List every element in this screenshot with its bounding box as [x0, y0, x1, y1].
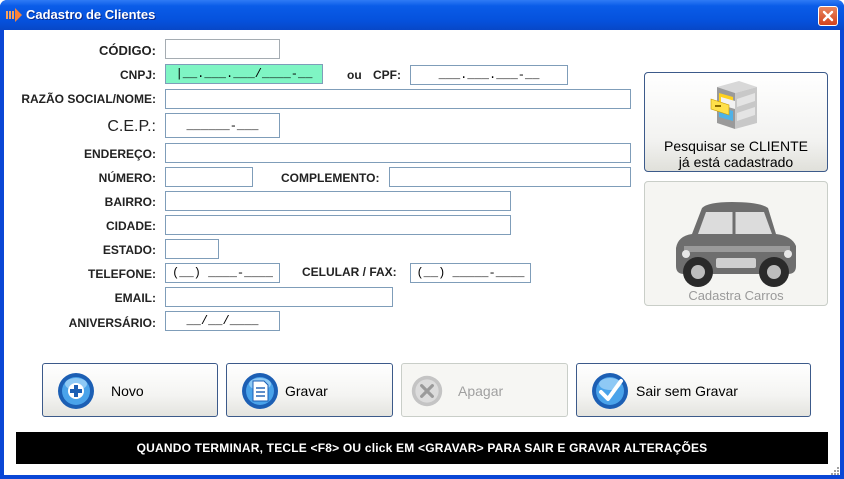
- complemento-label: COMPLEMENTO:: [281, 171, 380, 185]
- estado-label: ESTADO:: [102, 243, 156, 257]
- razao-label: RAZÃO SOCIAL/NOME:: [21, 92, 156, 106]
- form-panel: CÓDIGO: CNPJ: |__.___.___/____-__ ou CPF…: [4, 30, 840, 475]
- telefone-label: TELEFONE:: [88, 267, 156, 281]
- bairro-field[interactable]: [165, 191, 511, 211]
- checkmark-icon: [592, 373, 628, 409]
- numero-field[interactable]: [165, 167, 253, 187]
- pesquisar-cliente-button[interactable]: Pesquisar se CLIENTE já está cadastrado: [644, 72, 828, 172]
- cep-field[interactable]: ______-___: [165, 113, 280, 138]
- endereco-field[interactable]: [165, 143, 631, 163]
- cadastra-carros-button[interactable]: Cadastra Carros: [644, 181, 828, 306]
- ou-label: ou: [347, 68, 362, 82]
- celular-label: CELULAR / FAX:: [302, 265, 397, 279]
- aniversario-field[interactable]: __/__/____: [165, 311, 280, 331]
- cadastra-carros-label: Cadastra Carros: [688, 288, 784, 303]
- sair-sem-gravar-button[interactable]: Sair sem Gravar: [576, 363, 811, 417]
- cidade-field[interactable]: [165, 215, 511, 235]
- cidade-label: CIDADE:: [106, 219, 156, 233]
- close-button[interactable]: [818, 6, 838, 26]
- close-icon: [822, 10, 834, 22]
- cnpj-field[interactable]: |__.___.___/____-__: [165, 64, 323, 84]
- telefone-field[interactable]: (__) ____-____: [165, 263, 280, 283]
- complemento-field[interactable]: [389, 167, 631, 187]
- arrow-icon: [6, 8, 22, 22]
- codigo-label: CÓDIGO:: [98, 43, 156, 58]
- novo-label: Novo: [111, 383, 144, 399]
- pesquisar-cliente-line2: já está cadastrado: [678, 154, 794, 170]
- x-icon: [411, 375, 443, 407]
- aniversario-label: ANIVERSÁRIO:: [68, 316, 156, 330]
- razao-field[interactable]: [165, 89, 631, 109]
- codigo-field[interactable]: [165, 39, 280, 59]
- cpf-label: CPF:: [373, 68, 401, 82]
- file-cabinet-icon: [710, 81, 757, 129]
- cnpj-label: CNPJ:: [119, 68, 156, 82]
- sair-sem-gravar-label: Sair sem Gravar: [636, 383, 738, 399]
- novo-button[interactable]: Novo: [42, 363, 218, 417]
- email-field[interactable]: [165, 287, 393, 307]
- title-bar[interactable]: Cadastro de Clientes: [0, 0, 844, 30]
- pesquisar-cliente-line1: Pesquisar se CLIENTE: [664, 138, 808, 154]
- cpf-field[interactable]: ___.___.___-__: [410, 65, 568, 85]
- cep-label: C.E.P.:: [107, 118, 156, 135]
- resize-grip-icon[interactable]: [830, 466, 840, 475]
- celular-field[interactable]: (__) _____-____: [410, 263, 531, 283]
- status-bar: QUANDO TERMINAR, TECLE <F8> OU click EM …: [16, 432, 828, 464]
- endereco-label: ENDEREÇO:: [83, 147, 156, 161]
- estado-field[interactable]: [165, 239, 219, 259]
- apagar-button[interactable]: Apagar: [401, 363, 568, 417]
- gravar-button[interactable]: Gravar: [226, 363, 393, 417]
- numero-label: NÚMERO:: [98, 171, 156, 185]
- plus-icon: [58, 373, 94, 409]
- email-label: EMAIL:: [114, 291, 156, 305]
- bairro-label: BAIRRO:: [104, 195, 156, 209]
- window: Cadastro de Clientes CÓDIGO: CNPJ: |__._…: [0, 0, 844, 479]
- window-title: Cadastro de Clientes: [26, 7, 156, 22]
- apagar-label: Apagar: [458, 383, 504, 399]
- document-icon: [242, 373, 278, 409]
- car-icon: [676, 202, 796, 287]
- gravar-label: Gravar: [285, 383, 328, 399]
